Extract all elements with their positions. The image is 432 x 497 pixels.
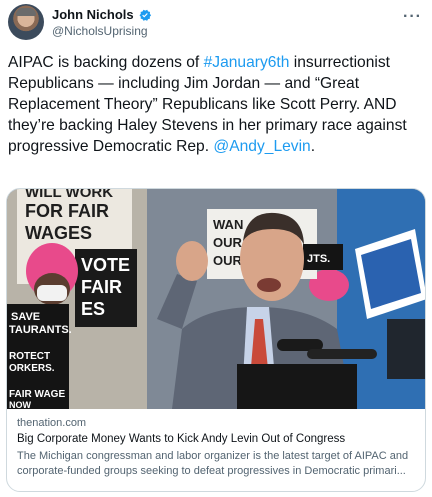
sign-5-line-1: FAIR WAGE [9,389,65,400]
card-domain: thenation.com [17,417,87,429]
tweet-text-part-3: . [310,138,316,155]
card-meta[interactable]: thenation.com Big Corporate Money Wants … [7,409,425,479]
sign-3-line-1: SAVE [11,311,40,323]
author-handle[interactable]: @NicholsUprising [52,24,148,38]
sign-2-line-1: VOTE [81,255,130,275]
sign-1-line-2: FOR FAIR [25,201,109,221]
sign-7-line-1: JTS. [307,253,330,265]
sign-2-line-2: FAIR [81,277,122,297]
sign-2-line-3: ES [81,299,105,319]
sign-3-line-2: TAURANTS. [9,324,72,336]
tweet-text: AIPAC is backing dozens of #January6th i… [8,52,426,157]
sign-1-line-3: WAGES [25,223,92,243]
tweet-header: John Nichols @NicholsUprising ··· [8,4,424,44]
verified-badge-icon [139,9,151,21]
card-title[interactable]: Big Corporate Money Wants to Kick Andy L… [17,433,415,445]
sign-6-line-2: OUR [213,235,243,250]
author-display-name[interactable]: John Nichols [52,7,134,22]
sign-4-line-2: ORKERS. [9,363,55,374]
sign-6-line-1: WAN [213,217,243,232]
hashtag-link[interactable]: #January6th [204,54,290,71]
sign-6-line-3: OUR [213,253,243,268]
sign-4-line-1: ROTECT [9,351,50,362]
card-description: The Michigan congressman and labor organ… [17,450,409,477]
author-name-row[interactable]: John Nichols [52,7,152,22]
mention-link[interactable]: @Andy_Levin [213,138,310,155]
sign-1-line-1: WILL WORK [25,189,113,201]
tweet-text-part-1: AIPAC is backing dozens of [8,54,204,71]
link-card[interactable]: WILL WORK FOR FAIR WAGES VOTE FAIR ES SA… [6,188,426,492]
photo-scene: WILL WORK FOR FAIR WAGES VOTE FAIR ES SA… [7,189,425,409]
avatar[interactable] [8,4,44,40]
more-options-icon[interactable]: ··· [403,8,422,26]
card-photo[interactable]: WILL WORK FOR FAIR WAGES VOTE FAIR ES SA… [7,189,425,409]
sign-5-line-2: NOW [9,400,32,409]
